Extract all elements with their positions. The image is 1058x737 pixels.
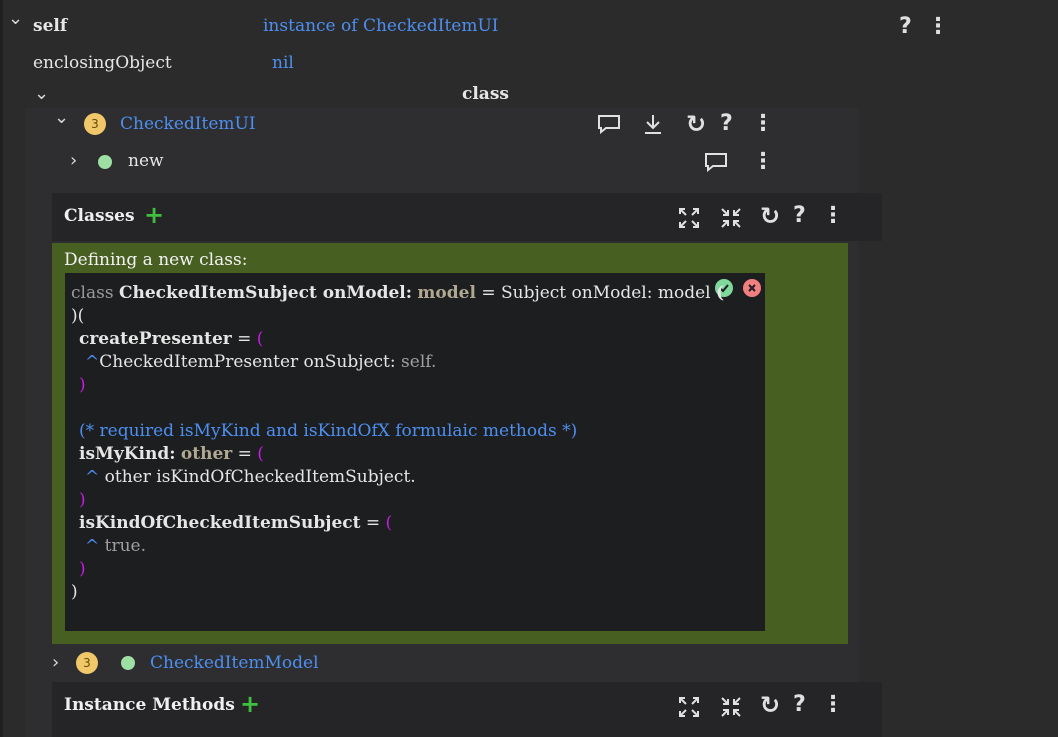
code-line: )( — [71, 306, 85, 326]
refresh-icon[interactable]: ↻ — [686, 110, 706, 138]
instance-methods-section-header: Instance Methods + ↻ ? ⋮ — [52, 682, 882, 737]
code-editor[interactable]: class CheckedItemSubject onModel: model … — [65, 273, 765, 631]
code-line: ) — [79, 490, 86, 510]
section-title: Instance Methods — [64, 695, 235, 715]
code-line: ) — [71, 582, 78, 602]
cancel-icon[interactable] — [743, 279, 761, 297]
refresh-icon[interactable]: ↻ — [760, 691, 780, 719]
count-badge: 3 — [76, 652, 98, 674]
code-line: ) — [79, 559, 86, 579]
code-arg: model — [417, 283, 476, 303]
section-title: Classes — [64, 206, 135, 226]
code-method-name: isKindOfCheckedItemSubject — [79, 513, 361, 533]
help-icon[interactable]: ? — [899, 14, 912, 39]
code-keyword: self. — [401, 352, 437, 372]
code-paren: ( — [385, 513, 393, 533]
class-name-link[interactable]: CheckedItemModel — [150, 653, 319, 673]
code-caret: ^ — [85, 536, 100, 556]
more-vert-icon[interactable]: ⋮ — [822, 692, 844, 717]
help-icon[interactable]: ? — [793, 692, 806, 717]
enclosing-object-value[interactable]: nil — [272, 53, 294, 73]
code-caret: ^ — [85, 352, 100, 372]
class-header: class — [462, 84, 509, 104]
enclosing-object-label: enclosingObject — [33, 53, 172, 73]
classes-section-header: Classes + ↻ ? ⋮ — [52, 193, 882, 241]
chevron-down-icon[interactable]: ⌄ — [54, 107, 69, 128]
class-name-link[interactable]: CheckedItemUI — [120, 114, 256, 134]
code-caret: ^ — [85, 467, 100, 487]
download-icon[interactable] — [642, 113, 664, 135]
code-method-name: isMyKind: — [79, 444, 176, 464]
left-gutter — [0, 0, 3, 737]
more-vert-icon[interactable]: ⋮ — [927, 14, 949, 39]
code-line: createPresenter = ( — [79, 329, 263, 349]
code-line: isMyKind: other = ( — [79, 444, 264, 464]
collapse-icon[interactable] — [720, 207, 742, 229]
code-text: = — [232, 444, 258, 464]
count-badge: 3 — [84, 113, 106, 135]
self-value-link[interactable]: instance of CheckedItemUI — [263, 16, 499, 36]
code-class-name: CheckedItemSubject onModel: — [118, 283, 413, 303]
comment-icon[interactable] — [704, 152, 728, 172]
comment-icon[interactable] — [597, 114, 621, 134]
code-paren: ( — [257, 444, 264, 464]
code-arg: other — [180, 444, 233, 464]
chevron-down-icon[interactable]: ⌄ — [34, 83, 49, 104]
collapse-icon[interactable] — [720, 696, 742, 718]
expand-icon[interactable] — [678, 207, 700, 229]
plus-icon[interactable]: + — [240, 690, 260, 718]
chevron-right-icon[interactable]: › — [70, 150, 77, 171]
code-line: ^ other isKindOfCheckedItemSubject. — [85, 467, 416, 487]
code-keyword: true. — [99, 536, 147, 556]
code-text: = Subject onModel: model — [481, 283, 711, 303]
code-method-name: createPresenter — [79, 329, 232, 349]
code-text: = — [231, 329, 257, 349]
help-icon[interactable]: ? — [793, 203, 806, 228]
code-paren: ( — [256, 329, 264, 349]
code-line: class CheckedItemSubject onModel: model … — [71, 283, 724, 303]
self-label: self — [33, 16, 68, 36]
code-line: ^ true. — [85, 536, 146, 556]
method-name[interactable]: new — [128, 151, 164, 171]
more-vert-icon[interactable]: ⋮ — [752, 149, 774, 174]
status-dot-icon — [98, 155, 112, 169]
more-vert-icon[interactable]: ⋮ — [752, 111, 774, 136]
help-icon[interactable]: ? — [720, 111, 733, 136]
code-text: = — [360, 513, 386, 533]
code-line: ) — [79, 375, 86, 395]
chevron-right-icon[interactable]: › — [52, 652, 59, 673]
more-vert-icon[interactable]: ⋮ — [822, 203, 844, 228]
expand-icon[interactable] — [678, 696, 700, 718]
code-paren: ( — [716, 283, 725, 303]
defining-label: Defining a new class: — [64, 250, 248, 270]
chevron-down-icon[interactable]: ⌄ — [8, 8, 23, 29]
code-line: isKindOfCheckedItemSubject = ( — [79, 513, 392, 533]
refresh-icon[interactable]: ↻ — [760, 202, 780, 230]
status-dot-icon — [121, 656, 135, 670]
code-text: CheckedItemPresenter onSubject: — [99, 352, 402, 372]
code-line: ^CheckedItemPresenter onSubject: self. — [85, 352, 436, 372]
code-text: other isKindOfCheckedItemSubject. — [99, 467, 416, 487]
code-comment: (* required isMyKind and isKindOfX formu… — [79, 421, 578, 441]
code-keyword: class — [71, 283, 114, 303]
plus-icon[interactable]: + — [144, 201, 164, 229]
